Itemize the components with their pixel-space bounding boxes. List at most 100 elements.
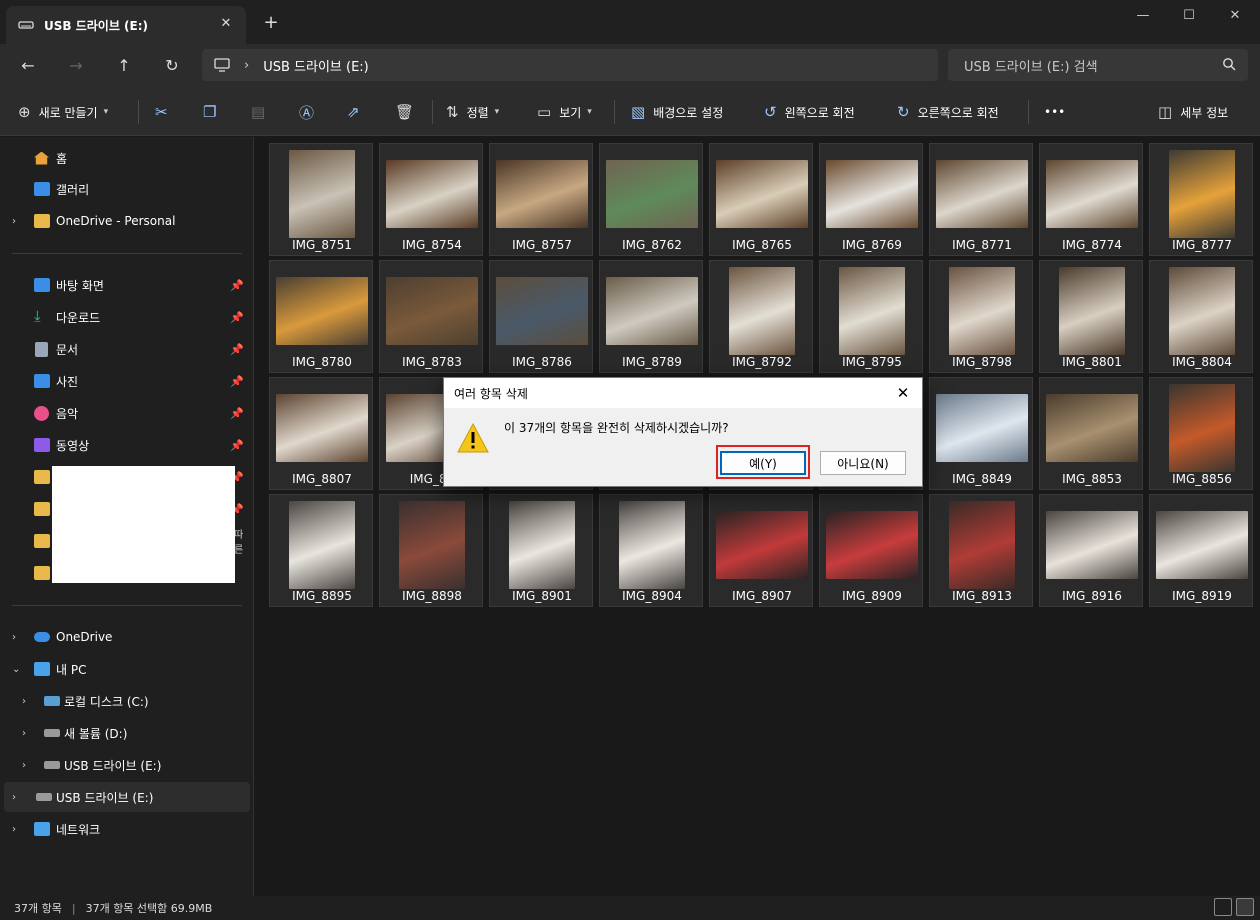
- address-bar[interactable]: › USB 드라이브 (E:): [202, 49, 938, 81]
- file-thumbnail[interactable]: IMG_8898: [379, 494, 483, 607]
- sidebar-item-videos[interactable]: 동영상 📌: [0, 430, 250, 460]
- maximize-button[interactable]: ☐: [1166, 0, 1212, 32]
- view-button[interactable]: ▭ 보기 ▾: [537, 100, 592, 124]
- new-tab-button[interactable]: +: [260, 12, 282, 34]
- file-thumbnail[interactable]: IMG_8780: [269, 260, 373, 373]
- set-background-button[interactable]: ▧ 배경으로 설정: [631, 100, 723, 124]
- chevron-right-icon[interactable]: ›: [22, 728, 26, 739]
- sidebar-item-onedrive[interactable]: › OneDrive: [0, 622, 250, 652]
- rename-button[interactable]: Ⓐ: [299, 100, 322, 124]
- yes-button[interactable]: 예(Y): [720, 451, 806, 475]
- file-thumbnail[interactable]: IMG_8807: [269, 377, 373, 490]
- file-thumbnail[interactable]: IMG_8762: [599, 143, 703, 256]
- paste-button[interactable]: ▤: [251, 100, 273, 124]
- new-button[interactable]: ⊕ 새로 만들기 ▾: [18, 100, 108, 124]
- sidebar-item-drive-c[interactable]: › 로컬 디스크 (C:): [0, 686, 250, 716]
- file-thumbnail[interactable]: IMG_8774: [1039, 143, 1143, 256]
- file-thumbnail[interactable]: IMG_8907: [709, 494, 813, 607]
- rotate-left-label: 왼쪽으로 회전: [784, 105, 855, 120]
- thumbnail-image: [496, 500, 588, 590]
- file-thumbnail[interactable]: IMG_8795: [819, 260, 923, 373]
- thumbnail-view-toggle[interactable]: [1236, 898, 1254, 916]
- more-options-button[interactable]: •••: [1044, 100, 1065, 124]
- file-thumbnail[interactable]: IMG_8789: [599, 260, 703, 373]
- sidebar-item-network[interactable]: › 네트워크: [0, 814, 250, 844]
- sidebar-item-documents[interactable]: 문서 📌: [0, 334, 250, 364]
- wallpaper-icon: ▧: [631, 103, 646, 121]
- file-thumbnail[interactable]: IMG_8849: [929, 377, 1033, 490]
- tab-close-icon[interactable]: ✕: [216, 14, 236, 34]
- sort-button[interactable]: ⇅ 정렬 ▾: [446, 100, 499, 124]
- photo-preview: [386, 160, 478, 228]
- chevron-down-icon[interactable]: ⌄: [12, 664, 20, 675]
- chevron-right-icon[interactable]: ›: [22, 696, 26, 707]
- sidebar-item-downloads[interactable]: ⤓ 다운로드 📌: [0, 302, 250, 332]
- file-thumbnail[interactable]: IMG_8856: [1149, 377, 1253, 490]
- file-thumbnail[interactable]: IMG_8919: [1149, 494, 1253, 607]
- sidebar-item-usb-drive-selected[interactable]: › USB 드라이브 (E:): [4, 782, 250, 812]
- file-thumbnail[interactable]: IMG_8916: [1039, 494, 1143, 607]
- file-thumbnail[interactable]: IMG_8895: [269, 494, 373, 607]
- folder-icon: [34, 470, 50, 484]
- pin-icon[interactable]: 📌: [230, 343, 244, 356]
- file-thumbnail[interactable]: IMG_8769: [819, 143, 923, 256]
- forward-button[interactable]: →: [62, 52, 90, 80]
- sidebar-item-gallery[interactable]: 갤러리: [0, 174, 250, 204]
- file-thumbnail[interactable]: IMG_8801: [1039, 260, 1143, 373]
- minimize-button[interactable]: —: [1120, 0, 1166, 32]
- file-thumbnail[interactable]: IMG_8783: [379, 260, 483, 373]
- breadcrumb-usb-drive[interactable]: USB 드라이브 (E:): [263, 56, 369, 75]
- pin-icon[interactable]: 📌: [230, 407, 244, 420]
- pin-icon[interactable]: 📌: [230, 311, 244, 324]
- search-input[interactable]: USB 드라이브 (E:) 검색: [948, 49, 1248, 81]
- file-thumbnail[interactable]: IMG_8792: [709, 260, 813, 373]
- file-thumbnail[interactable]: IMG_8853: [1039, 377, 1143, 490]
- pin-icon[interactable]: 📌: [230, 439, 244, 452]
- file-thumbnail[interactable]: IMG_8771: [929, 143, 1033, 256]
- sidebar-item-home[interactable]: 홈: [0, 143, 250, 173]
- file-thumbnail[interactable]: IMG_8754: [379, 143, 483, 256]
- pin-icon[interactable]: 📌: [230, 375, 244, 388]
- sidebar-item-pictures[interactable]: 사진 📌: [0, 366, 250, 396]
- chevron-right-icon[interactable]: ›: [12, 824, 16, 835]
- file-thumbnail[interactable]: IMG_8786: [489, 260, 593, 373]
- sidebar-item-drive-d[interactable]: › 새 볼륨 (D:): [0, 718, 250, 748]
- file-thumbnail[interactable]: IMG_8777: [1149, 143, 1253, 256]
- file-thumbnail[interactable]: IMG_8757: [489, 143, 593, 256]
- file-thumbnail[interactable]: IMG_8909: [819, 494, 923, 607]
- no-button[interactable]: 아니요(N): [820, 451, 906, 475]
- file-thumbnail[interactable]: IMG_8798: [929, 260, 1033, 373]
- file-thumbnail[interactable]: IMG_8913: [929, 494, 1033, 607]
- rotate-right-button[interactable]: ↻ 오른쪽으로 회전: [897, 100, 999, 124]
- up-button[interactable]: ↑: [110, 52, 138, 80]
- close-window-button[interactable]: ✕: [1212, 0, 1258, 32]
- pin-icon[interactable]: 📌: [230, 279, 244, 292]
- file-thumbnail[interactable]: IMG_8904: [599, 494, 703, 607]
- dialog-close-icon[interactable]: ✕: [892, 382, 914, 404]
- sidebar-item-music[interactable]: 음악 📌: [0, 398, 250, 428]
- rotate-left-button[interactable]: ↺ 왼쪽으로 회전: [764, 100, 855, 124]
- chevron-right-icon[interactable]: ›: [12, 632, 16, 643]
- tab-usb-drive[interactable]: USB 드라이브 (E:) ✕: [6, 6, 246, 44]
- file-thumbnail[interactable]: IMG_8804: [1149, 260, 1253, 373]
- chevron-right-icon[interactable]: ›: [22, 760, 26, 771]
- file-name: IMG_8777: [1172, 238, 1232, 252]
- delete-button[interactable]: 🗑: [395, 100, 422, 124]
- chevron-right-icon[interactable]: ›: [12, 216, 16, 227]
- sidebar-item-desktop[interactable]: 바탕 화면 📌: [0, 270, 250, 300]
- copy-button[interactable]: ❐: [203, 100, 224, 124]
- sidebar-item-onedrive-personal[interactable]: › OneDrive - Personal: [0, 206, 250, 236]
- details-pane-button[interactable]: ◫ 세부 정보: [1158, 100, 1228, 124]
- sidebar-item-drive-e[interactable]: › USB 드라이브 (E:): [0, 750, 250, 780]
- file-thumbnail[interactable]: IMG_8901: [489, 494, 593, 607]
- sidebar-item-this-pc[interactable]: ⌄ 내 PC: [0, 654, 250, 684]
- chevron-right-icon[interactable]: ›: [12, 792, 16, 803]
- share-button[interactable]: ⇗: [347, 100, 368, 124]
- file-thumbnail[interactable]: IMG_8751: [269, 143, 373, 256]
- back-button[interactable]: ←: [14, 52, 42, 80]
- breadcrumb-chevron-icon[interactable]: ›: [244, 58, 249, 73]
- refresh-button[interactable]: ↻: [158, 52, 186, 80]
- details-view-toggle[interactable]: [1214, 898, 1232, 916]
- file-thumbnail[interactable]: IMG_8765: [709, 143, 813, 256]
- cut-button[interactable]: ✂: [155, 100, 176, 124]
